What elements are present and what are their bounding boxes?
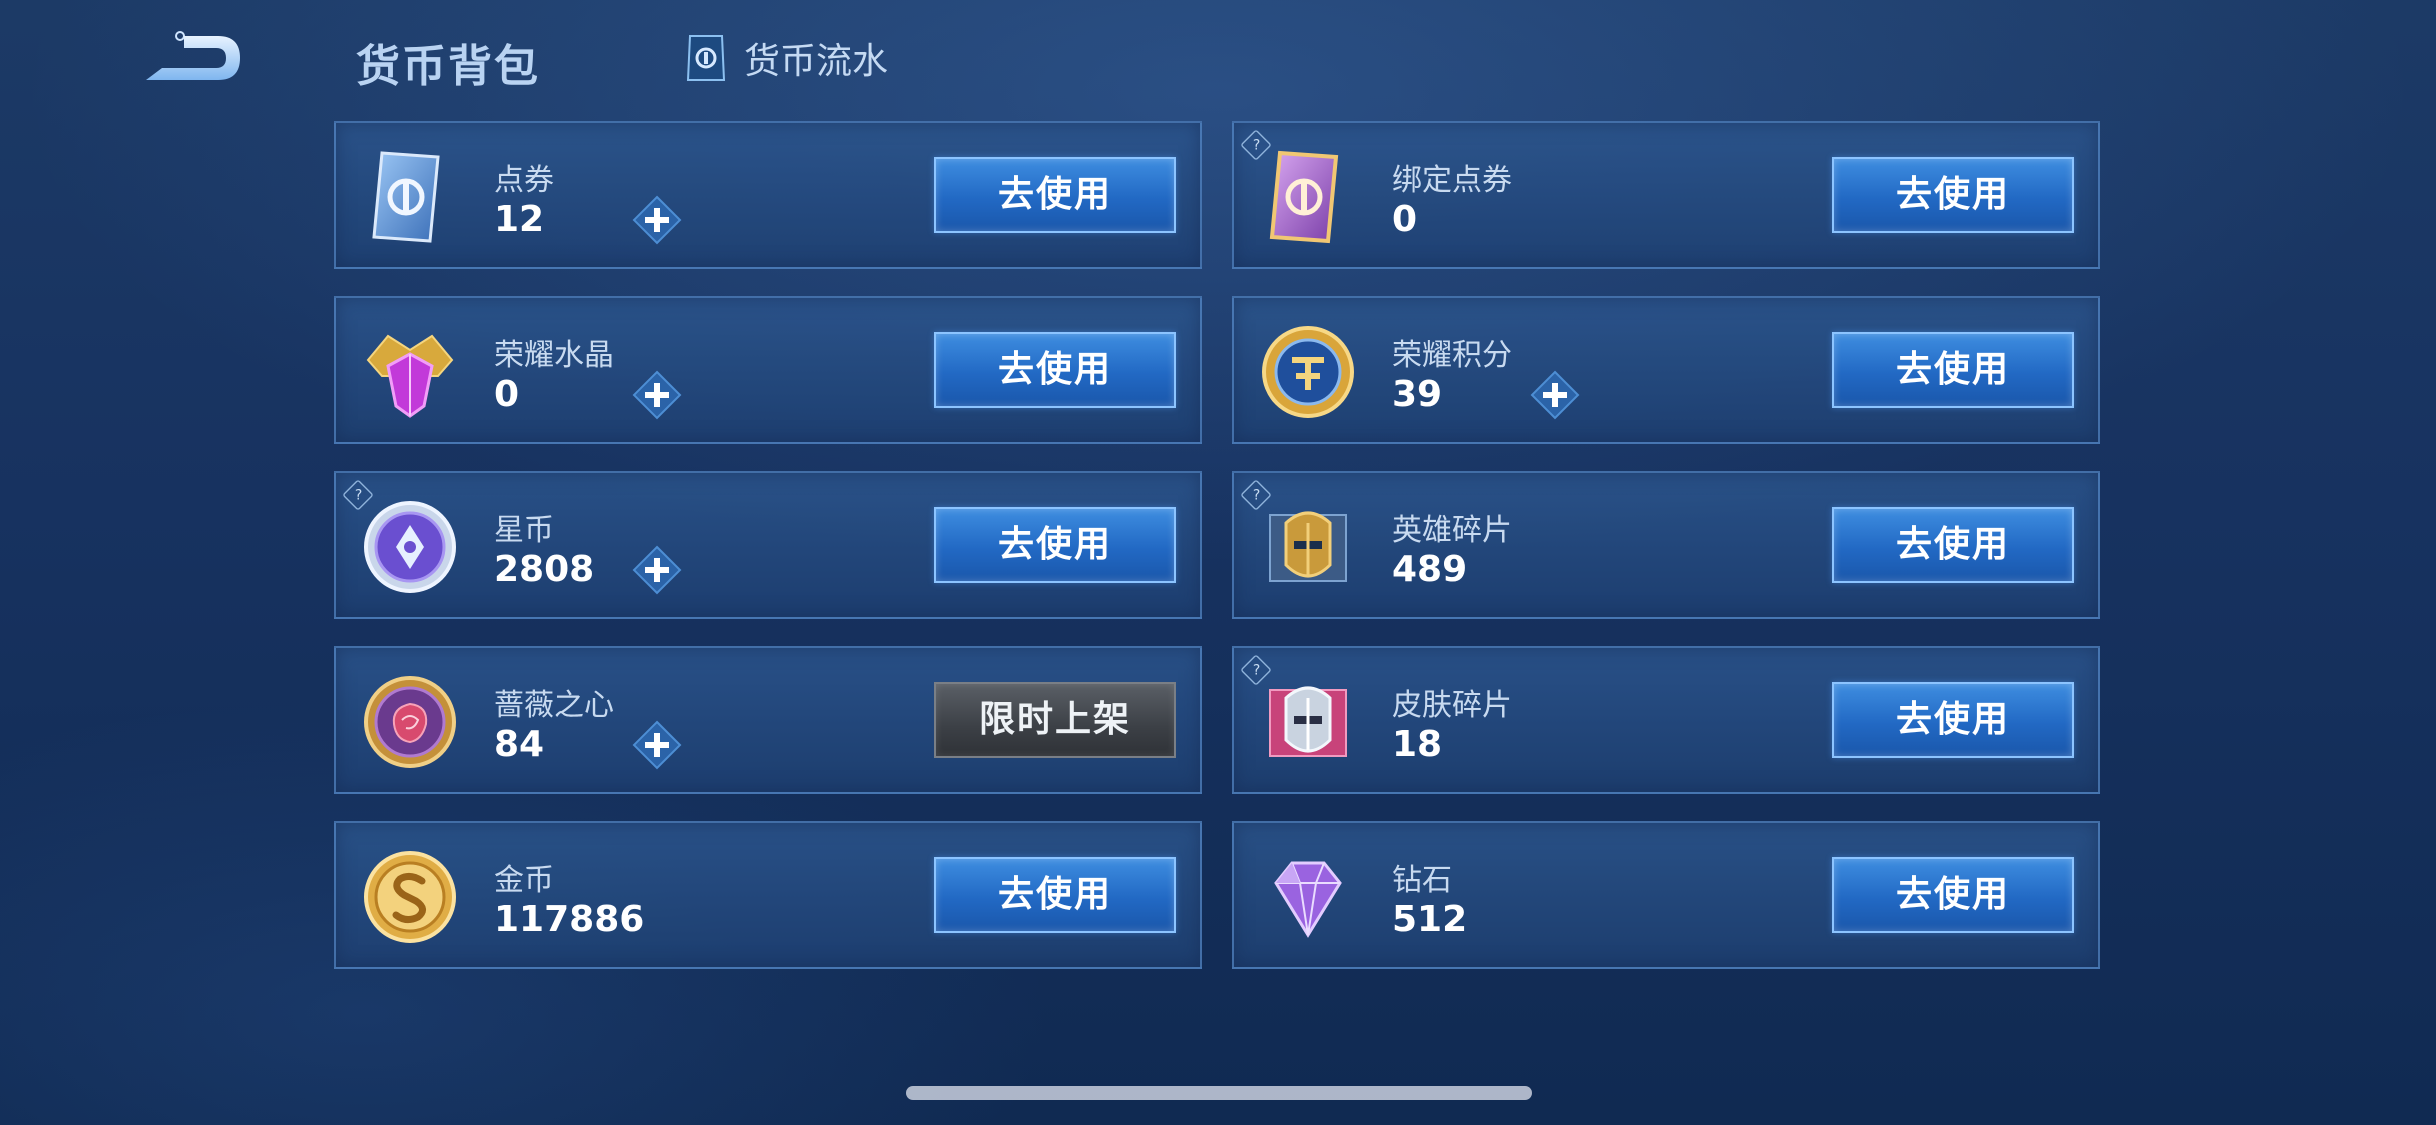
currency-name: 英雄碎片 [1392,513,1512,548]
currency-name: 星币 [494,513,554,548]
currency-amount: 84 [494,724,545,765]
home-indicator[interactable] [906,1086,1532,1100]
bound-coupon-icon [1269,150,1339,244]
currency-name: 点券 [494,163,554,198]
use-button[interactable]: 去使用 [934,157,1176,233]
currency-amount: 12 [494,199,545,240]
currency-amount: 0 [1392,199,1418,240]
currency-name: 蔷薇之心 [494,688,614,723]
use-button[interactable]: 去使用 [1832,507,2074,583]
use-button[interactable]: 去使用 [1832,332,2074,408]
plus-icon[interactable] [632,370,682,420]
currency-amount: 489 [1392,549,1468,590]
currency-flow-label: 货币流水 [744,41,889,82]
currency-card-star-coin: ? 星币 2808 去使用 [334,471,1202,619]
currency-card-skin-fragment: ? 皮肤碎片 18 去使用 [1232,646,2100,794]
currency-card-gold-coin: 金币 117886 去使用 [334,821,1202,969]
currency-name: 皮肤碎片 [1392,688,1512,723]
hero-fragment-icon [1269,511,1347,582]
currency-card-coupon: 点券 12 去使用 [334,121,1202,269]
skin-fragment-icon [1269,686,1347,757]
page-title: 货币背包 [356,41,540,92]
currency-name: 钻石 [1392,863,1452,898]
use-button[interactable]: 去使用 [934,507,1176,583]
limited-time-button[interactable]: 限时上架 [934,682,1176,758]
currency-card-glory-points: 荣耀积分 39 去使用 [1232,296,2100,444]
currency-amount: 18 [1392,724,1443,765]
use-button[interactable]: 去使用 [934,857,1176,933]
plus-icon[interactable] [632,545,682,595]
currency-amount: 2808 [494,549,595,590]
currency-card-hero-fragment: ? 英雄碎片 489 去使用 [1232,471,2100,619]
use-button[interactable]: 去使用 [1832,682,2074,758]
back-arrow-icon [146,31,240,80]
plus-icon[interactable] [1530,370,1580,420]
currency-amount: 0 [494,374,520,415]
currency-card-glory-crystal: 荣耀水晶 0 去使用 [334,296,1202,444]
currency-name: 绑定点券 [1392,163,1512,198]
coupon-flow-icon [686,35,726,81]
header: 货币背包 货币流水 [0,0,2436,120]
points-medal-icon [1262,326,1354,418]
currency-grid: 点券 12 去使用 ? 绑定点券 0 去使用 荣耀水晶 0 去使用 荣耀积分 3… [334,121,2104,971]
currency-flow-link[interactable]: 货币流水 [684,32,888,84]
plus-icon[interactable] [632,720,682,770]
diamond-icon [1274,861,1342,938]
use-button[interactable]: 去使用 [1832,157,2074,233]
currency-card-diamond: 钻石 512 去使用 [1232,821,2100,969]
currency-card-bound-coupon: ? 绑定点券 0 去使用 [1232,121,2100,269]
star-coin-icon [364,501,456,593]
currency-amount: 39 [1392,374,1443,415]
currency-amount: 117886 [494,899,645,940]
plus-icon[interactable] [632,195,682,245]
gold-coin-icon [364,851,456,943]
currency-card-rose-heart: 蔷薇之心 84 限时上架 [334,646,1202,794]
rose-heart-icon [364,676,456,768]
crystal-icon [366,334,454,418]
currency-name: 荣耀积分 [1392,338,1512,373]
currency-name: 荣耀水晶 [494,338,614,373]
currency-name: 金币 [494,863,554,898]
coupon-icon [372,151,440,243]
currency-amount: 512 [1392,899,1468,940]
use-button[interactable]: 去使用 [934,332,1176,408]
back-button[interactable] [140,28,250,88]
use-button[interactable]: 去使用 [1832,857,2074,933]
